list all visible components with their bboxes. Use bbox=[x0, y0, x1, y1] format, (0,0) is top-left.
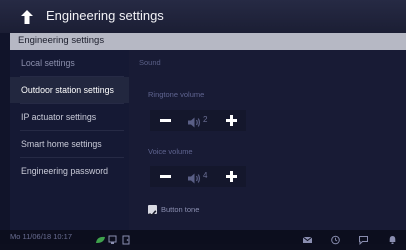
sidebar-item-outdoor-station-settings[interactable]: Outdoor station settings bbox=[10, 77, 129, 103]
voice-volume-stepper: 4 bbox=[150, 166, 246, 187]
sidebar-item-local-settings[interactable]: Local settings bbox=[10, 50, 129, 76]
breadcrumb-text: Engineering settings bbox=[18, 35, 105, 46]
date-time: Mo 11/06/18 10:17 bbox=[10, 232, 72, 241]
leaf-icon bbox=[95, 232, 106, 243]
sidebar: Local settings Outdoor station settings … bbox=[10, 50, 129, 230]
sidebar-item-label: IP actuator settings bbox=[21, 112, 97, 122]
sidebar-item-ip-actuator-settings[interactable]: IP actuator settings bbox=[10, 104, 129, 130]
door-icon bbox=[121, 232, 132, 245]
sidebar-item-smart-home-settings[interactable]: Smart home settings bbox=[10, 131, 129, 157]
settings-panel: Sound Ringtone volume 2 Voice volume 4 B… bbox=[129, 50, 406, 230]
mail-icon[interactable] bbox=[302, 232, 313, 243]
screen: Engineering settings Engineering setting… bbox=[0, 0, 406, 245]
back-arrow-icon[interactable] bbox=[20, 9, 34, 25]
bell-icon[interactable] bbox=[387, 232, 398, 244]
breadcrumb: Engineering settings bbox=[10, 33, 406, 50]
ringtone-volume-value: 2 bbox=[203, 115, 208, 124]
section-title: Sound bbox=[139, 58, 161, 67]
sidebar-item-label: Outdoor station settings bbox=[21, 85, 114, 95]
button-tone-checkbox[interactable] bbox=[148, 205, 157, 218]
chat-icon[interactable] bbox=[358, 232, 369, 245]
clock-icon[interactable] bbox=[330, 232, 341, 245]
title-bar: Engineering settings bbox=[0, 0, 406, 33]
sidebar-item-label: Smart home settings bbox=[21, 139, 102, 149]
network-icon bbox=[108, 232, 119, 244]
speaker-icon bbox=[187, 171, 201, 184]
ringtone-volume-stepper: 2 bbox=[150, 110, 246, 131]
ringtone-volume-label: Ringtone volume bbox=[148, 90, 205, 99]
voice-decrease-button[interactable] bbox=[154, 166, 178, 187]
voice-volume-value: 4 bbox=[203, 171, 208, 180]
voice-increase-button[interactable] bbox=[220, 166, 244, 187]
sidebar-item-label: Engineering password bbox=[21, 166, 109, 176]
ringtone-decrease-button[interactable] bbox=[154, 110, 178, 131]
sidebar-item-label: Local settings bbox=[21, 58, 75, 68]
speaker-icon bbox=[187, 115, 201, 128]
ringtone-increase-button[interactable] bbox=[220, 110, 244, 131]
page-title: Engineering settings bbox=[46, 8, 164, 23]
sidebar-item-engineering-password[interactable]: Engineering password bbox=[10, 158, 129, 184]
voice-volume-label: Voice volume bbox=[148, 147, 193, 156]
status-bar: Mo 11/06/18 10:17 bbox=[0, 230, 406, 245]
button-tone-label: Button tone bbox=[161, 205, 200, 214]
